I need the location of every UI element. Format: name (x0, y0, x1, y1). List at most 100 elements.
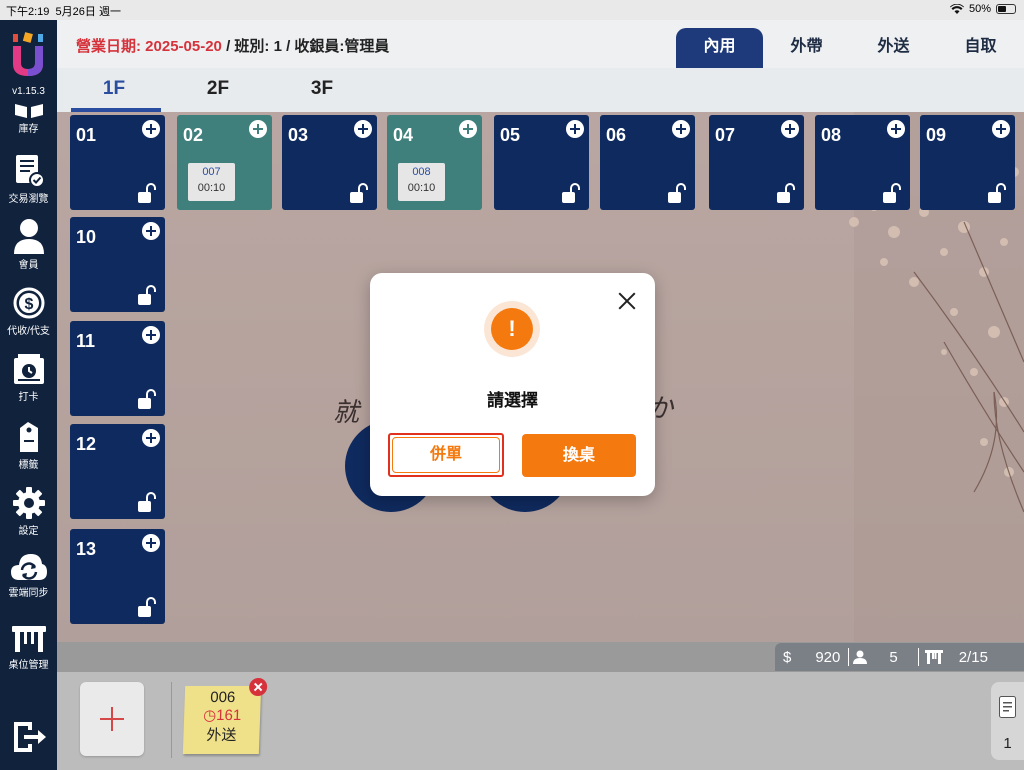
sidebar-item-transactions[interactable]: 交易瀏覽 (0, 154, 57, 205)
add-icon[interactable] (142, 326, 160, 344)
close-icon[interactable] (248, 678, 268, 696)
sidebar-item-settings[interactable]: 設定 (0, 486, 57, 537)
sidebar-item-label: 交易瀏覽 (8, 194, 49, 205)
unlock-icon (137, 388, 159, 410)
add-icon[interactable] (459, 120, 477, 138)
battery-percent: 50% (968, 3, 991, 15)
table-order-card[interactable]: 008 00:10 (398, 163, 445, 201)
add-icon[interactable] (992, 120, 1010, 138)
order-number: 008 (412, 166, 431, 178)
table-number: 12 (76, 434, 97, 454)
total-amount: 920 (815, 648, 841, 666)
sidebar-item-tag[interactable]: 標籤 (0, 420, 57, 471)
logout-icon[interactable] (12, 720, 48, 754)
sidebar-item-clockin[interactable]: 打卡 (0, 354, 57, 403)
sidebar-item-label: 桌位管理 (8, 660, 49, 671)
add-icon[interactable] (672, 120, 690, 138)
sidebar-item-label: 代收/代支 (7, 326, 50, 337)
note-icon (999, 696, 1016, 718)
guest-count: 5 (889, 648, 898, 666)
wifi-icon (949, 3, 964, 14)
table-number: 01 (76, 125, 97, 145)
sidebar-item-cloud[interactable]: 雲端同步 (0, 550, 57, 599)
divider (917, 648, 919, 666)
status-date: 5月26日 週一 (55, 6, 121, 18)
table-04[interactable]: 04 008 00:10 (387, 115, 482, 210)
sidebar-item-label: 雲端同步 (8, 588, 49, 599)
close-icon[interactable] (617, 291, 637, 311)
sidebar-item-inventory[interactable]: 庫存 (0, 104, 57, 135)
change-table-button[interactable]: 換桌 (522, 434, 636, 477)
table-13[interactable]: 13 (70, 529, 165, 624)
table-number: 08 (821, 125, 842, 145)
warning-icon-halo: ! (484, 301, 540, 357)
unlock-icon (137, 284, 159, 306)
tab-delivery[interactable]: 外送 (850, 28, 937, 68)
shift-cashier: / 班別: 1 / 收銀員:管理員 (221, 38, 390, 55)
unlock-icon (882, 182, 904, 204)
table-08[interactable]: 08 (815, 115, 910, 210)
tab-floor-1[interactable]: 1F (84, 78, 144, 100)
sidebar-item-cash[interactable]: $ 代收/代支 (0, 286, 57, 337)
table-01[interactable]: 01 (70, 115, 165, 210)
merge-order-button[interactable]: 併單 (392, 437, 500, 473)
header: 營業日期: 2025-05-20 / 班別: 1 / 收銀員:管理員 內用 外帶… (57, 20, 1024, 68)
tab-pickup[interactable]: 自取 (937, 28, 1024, 68)
app-version: v1.15.3 (12, 86, 45, 97)
table-order-card[interactable]: 007 00:10 (188, 163, 235, 201)
unlock-icon (667, 182, 689, 204)
tab-takeout[interactable]: 外帶 (763, 28, 850, 68)
add-order-button[interactable] (80, 682, 144, 756)
add-icon[interactable] (781, 120, 799, 138)
unlock-icon (137, 182, 159, 204)
notes-button[interactable]: 1 (991, 682, 1024, 760)
table-number: 07 (715, 125, 736, 145)
pending-order-timer: ◷161 (184, 706, 261, 724)
table-number: 06 (606, 125, 627, 145)
tab-floor-3[interactable]: 3F (292, 78, 352, 100)
pending-order-card[interactable]: 006 ◷161 外送 (182, 678, 268, 754)
gear-icon (12, 487, 45, 519)
table-07[interactable]: 07 (709, 115, 804, 210)
divider (848, 648, 850, 666)
tab-floor-2[interactable]: 2F (188, 78, 248, 100)
table-number: 04 (393, 125, 414, 145)
sidebar-item-label: 會員 (18, 260, 39, 271)
table-03[interactable]: 03 (282, 115, 377, 210)
summary-bar: $ 920 5 2/15 (775, 643, 1024, 671)
add-icon[interactable] (142, 534, 160, 552)
table-10[interactable]: 10 (70, 217, 165, 312)
add-icon[interactable] (887, 120, 905, 138)
sidebar-item-label: 打卡 (18, 392, 39, 403)
sidebar-item-label: 設定 (18, 526, 39, 537)
table-11[interactable]: 11 (70, 321, 165, 416)
add-icon[interactable] (354, 120, 372, 138)
unlock-icon (137, 491, 159, 513)
add-icon[interactable] (142, 222, 160, 240)
status-time: 下午2:19 (6, 6, 50, 18)
warning-icon: ! (491, 308, 533, 350)
sidebar-item-tables[interactable]: 桌位管理 (0, 624, 57, 671)
dialog-title: 請選擇 (487, 391, 538, 410)
table-02[interactable]: 02 007 00:10 (177, 115, 272, 210)
table-occupancy: 2/15 (958, 648, 988, 666)
sidebar-item-label: 庫存 (18, 124, 39, 135)
cloud-sync-icon (10, 554, 47, 580)
add-icon[interactable] (249, 120, 267, 138)
table-06[interactable]: 06 (600, 115, 695, 210)
tab-dine-in[interactable]: 內用 (676, 28, 763, 68)
unlock-icon (137, 596, 159, 618)
notes-count: 1 (1003, 735, 1012, 752)
add-icon[interactable] (566, 120, 584, 138)
table-12[interactable]: 12 (70, 424, 165, 519)
table-number: 05 (500, 125, 521, 145)
business-date: 營業日期: 2025-05-20 (76, 38, 222, 55)
add-icon[interactable] (142, 429, 160, 447)
table-manage-icon (11, 626, 46, 652)
sidebar-item-member[interactable]: 會員 (0, 218, 57, 271)
table-09[interactable]: 09 (920, 115, 1015, 210)
add-icon[interactable] (142, 120, 160, 138)
merge-order-button-highlight: 併單 (388, 433, 504, 477)
bottom-bar: 006 ◷161 外送 1 (57, 672, 1024, 770)
table-05[interactable]: 05 (494, 115, 589, 210)
